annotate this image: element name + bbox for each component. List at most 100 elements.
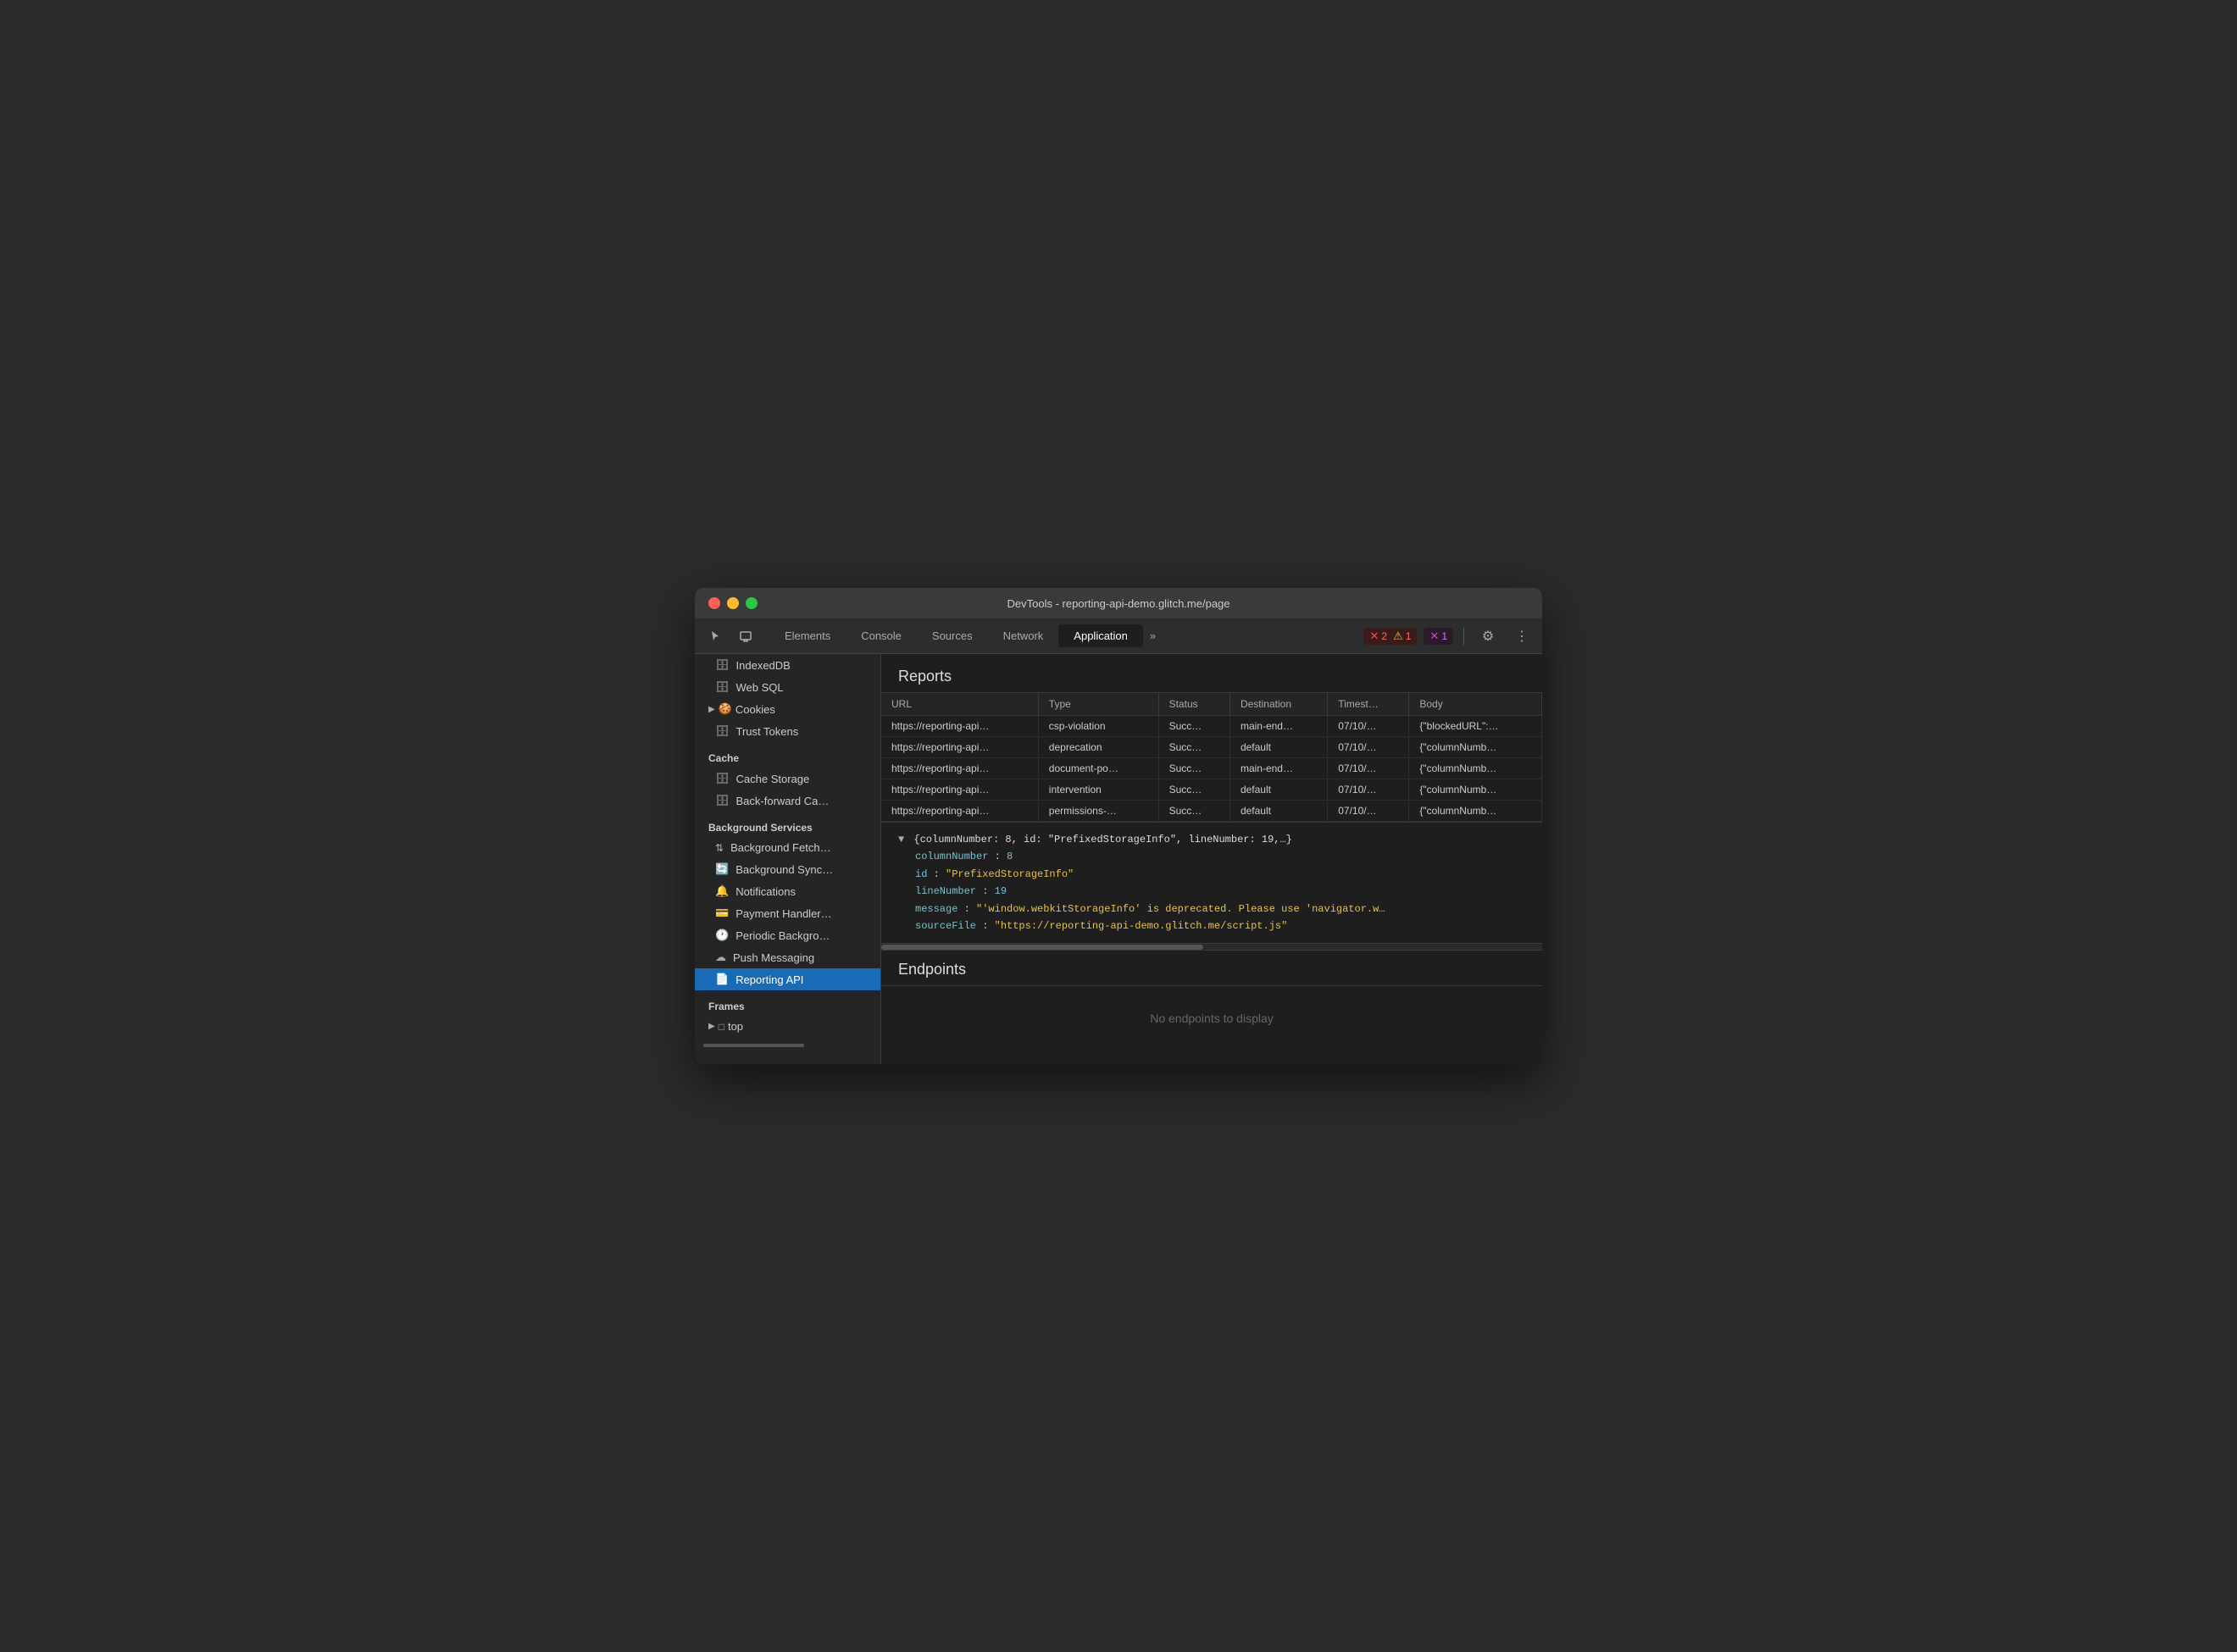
- bg-services-section-label: Background Services: [695, 812, 880, 837]
- sidebar-item-label: Cookies: [735, 703, 775, 716]
- col-type: Type: [1038, 693, 1158, 716]
- cell-destination: default: [1230, 737, 1327, 758]
- detail-field-2: lineNumber : 19: [898, 883, 1525, 900]
- detail-colon: :: [995, 851, 1007, 862]
- sidebar-item-cache-storage[interactable]: 🗄 Cache Storage: [695, 768, 880, 790]
- col-url: URL: [881, 693, 1038, 716]
- col-body: Body: [1409, 693, 1542, 716]
- database-icon: 🗄: [715, 680, 730, 694]
- tab-elements[interactable]: Elements: [769, 624, 846, 647]
- cell-type: document-po…: [1038, 758, 1158, 779]
- tab-sources[interactable]: Sources: [917, 624, 988, 647]
- table-row[interactable]: https://reporting-api… permissions-… Suc…: [881, 801, 1542, 822]
- minimize-button[interactable]: [727, 597, 739, 609]
- expand-arrow-icon[interactable]: ▼: [898, 834, 904, 845]
- detail-value: 19: [995, 885, 1007, 897]
- sync-icon: 🔄: [715, 862, 729, 876]
- cell-type: intervention: [1038, 779, 1158, 801]
- sidebar-item-label: Push Messaging: [733, 951, 814, 964]
- close-button[interactable]: [708, 597, 720, 609]
- cell-status: Succ…: [1158, 779, 1230, 801]
- detail-summary-text: {columnNumber: 8, id: "PrefixedStorageIn…: [913, 834, 1291, 845]
- toolbar-icons: [702, 623, 759, 650]
- error-badge[interactable]: ✕ 2 ⚠ 1: [1363, 628, 1417, 645]
- cell-status: Succ…: [1158, 801, 1230, 822]
- tab-console[interactable]: Console: [846, 624, 917, 647]
- cell-timestamp: 07/10/…: [1328, 758, 1409, 779]
- cell-url: https://reporting-api…: [881, 801, 1038, 822]
- device-icon[interactable]: [732, 623, 759, 650]
- table-row[interactable]: https://reporting-api… csp-violation Suc…: [881, 716, 1542, 737]
- detail-colon: :: [982, 885, 994, 897]
- detail-value: "PrefixedStorageInfo": [946, 868, 1074, 880]
- sidebar: 🗄 IndexedDB 🗄 Web SQL ▶ 🍪 Cookies 🗄: [695, 654, 881, 1064]
- maximize-button[interactable]: [746, 597, 758, 609]
- devtools-window: DevTools - reporting-api-demo.glitch.me/…: [695, 588, 1542, 1064]
- tabs: Elements Console Sources Network Applica…: [769, 624, 1360, 647]
- cache-section-label: Cache: [695, 742, 880, 768]
- reports-table-container: URL Type Status Destination Timest… Body…: [881, 693, 1542, 822]
- log-badge[interactable]: ✕ 1: [1424, 628, 1453, 645]
- toolbar: Elements Console Sources Network Applica…: [695, 618, 1542, 654]
- sidebar-item-indexeddb[interactable]: 🗄 IndexedDB: [695, 654, 880, 676]
- sidebar-item-label: Background Sync…: [735, 863, 833, 876]
- tab-network[interactable]: Network: [988, 624, 1059, 647]
- sidebar-item-label: Notifications: [735, 885, 796, 898]
- sidebar-item-trust-tokens[interactable]: 🗄 Trust Tokens: [695, 720, 880, 742]
- sidebar-item-bg-sync[interactable]: 🔄 Background Sync…: [695, 858, 880, 880]
- table-row[interactable]: https://reporting-api… document-po… Succ…: [881, 758, 1542, 779]
- sidebar-item-push-messaging[interactable]: ☁ Push Messaging: [695, 946, 880, 968]
- sidebar-item-back-forward[interactable]: 🗄 Back-forward Ca…: [695, 790, 880, 812]
- sidebar-item-cookies[interactable]: ▶ 🍪 Cookies: [695, 698, 880, 720]
- scrollbar-thumb[interactable]: [881, 945, 1203, 950]
- bell-icon: 🔔: [715, 884, 729, 898]
- database-icon: 🗄: [715, 658, 730, 672]
- cell-destination: default: [1230, 779, 1327, 801]
- sidebar-item-reporting-api[interactable]: 📄 Reporting API: [695, 968, 880, 990]
- tab-application[interactable]: Application: [1058, 624, 1143, 647]
- detail-summary-line: ▼ {columnNumber: 8, id: "PrefixedStorage…: [898, 831, 1525, 848]
- endpoints-empty-text: No endpoints to display: [881, 986, 1542, 1051]
- cell-type: csp-violation: [1038, 716, 1158, 737]
- frames-section-label: Frames: [695, 990, 880, 1016]
- cell-body: {"columnNumb…: [1409, 737, 1542, 758]
- settings-button[interactable]: ⚙: [1474, 623, 1502, 650]
- sidebar-item-bg-fetch[interactable]: ⇅ Background Fetch…: [695, 837, 880, 858]
- main-content: 🗄 IndexedDB 🗄 Web SQL ▶ 🍪 Cookies 🗄: [695, 654, 1542, 1064]
- cell-body: {"columnNumb…: [1409, 801, 1542, 822]
- sidebar-item-periodic-bg[interactable]: 🕐 Periodic Backgro…: [695, 924, 880, 946]
- sidebar-item-frames-top[interactable]: ▶ □ top: [695, 1016, 880, 1037]
- sidebar-item-websql[interactable]: 🗄 Web SQL: [695, 676, 880, 698]
- toolbar-divider: [1463, 628, 1464, 645]
- tab-more[interactable]: »: [1143, 624, 1163, 647]
- sidebar-item-notifications[interactable]: 🔔 Notifications: [695, 880, 880, 902]
- table-row[interactable]: https://reporting-api… intervention Succ…: [881, 779, 1542, 801]
- detail-colon: :: [934, 868, 946, 880]
- sidebar-item-label: Payment Handler…: [735, 907, 831, 920]
- detail-key: message: [915, 903, 958, 915]
- sidebar-item-label: Trust Tokens: [736, 725, 799, 738]
- horizontal-scrollbar[interactable]: [881, 943, 1542, 950]
- sidebar-scrollbar[interactable]: [695, 1044, 880, 1051]
- database-icon: 🗄: [715, 724, 730, 738]
- cursor-icon[interactable]: [702, 623, 729, 650]
- more-options-button[interactable]: ⋮: [1508, 623, 1535, 650]
- detail-key: id: [915, 868, 927, 880]
- reports-title: Reports: [881, 654, 1542, 693]
- window-title: DevTools - reporting-api-demo.glitch.me/…: [1007, 597, 1230, 610]
- detail-colon: :: [982, 920, 994, 932]
- devtools-main: Elements Console Sources Network Applica…: [695, 618, 1542, 1064]
- detail-key: columnNumber: [915, 851, 988, 862]
- cell-body: {"columnNumb…: [1409, 779, 1542, 801]
- detail-value: "'window.webkitStorageInfo' is deprecate…: [976, 903, 1385, 915]
- cell-url: https://reporting-api…: [881, 737, 1038, 758]
- table-row[interactable]: https://reporting-api… deprecation Succ……: [881, 737, 1542, 758]
- warn-count: 1: [1406, 630, 1412, 642]
- reports-table: URL Type Status Destination Timest… Body…: [881, 693, 1542, 822]
- database-icon: 🗄: [715, 772, 730, 785]
- cell-url: https://reporting-api…: [881, 716, 1038, 737]
- upload-download-icon: ⇅: [715, 842, 724, 854]
- sidebar-item-payment-handler[interactable]: 💳 Payment Handler…: [695, 902, 880, 924]
- endpoints-section: Endpoints No endpoints to display: [881, 950, 1542, 1051]
- sidebar-item-label: Web SQL: [736, 681, 784, 694]
